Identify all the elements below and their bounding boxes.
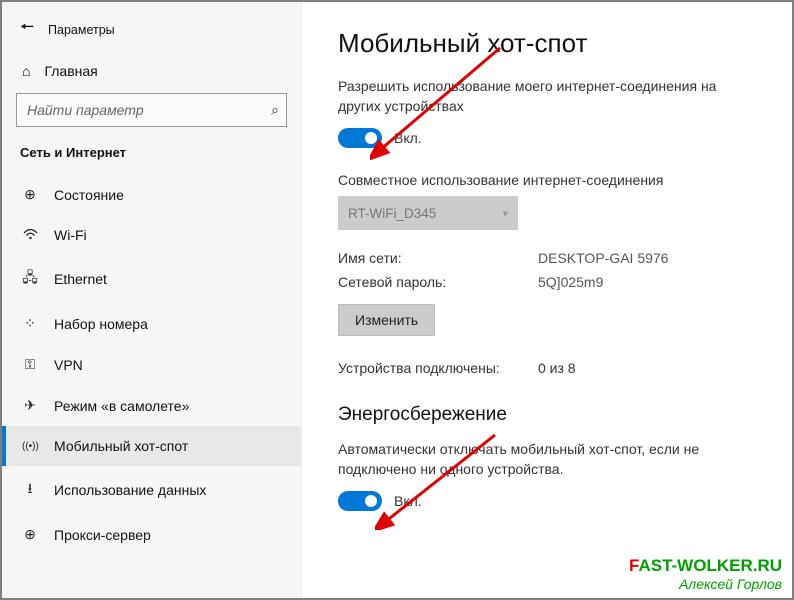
home-icon: ⌂ (22, 63, 30, 79)
share-toggle[interactable] (338, 128, 382, 148)
chevron-down-icon: ▾ (502, 207, 508, 220)
share-toggle-row: Вкл. (338, 128, 756, 148)
sidebar-item-label: Режим «в самолете» (54, 398, 189, 414)
app-title: Параметры (48, 23, 115, 37)
sidebar-item-label: Прокси-сервер (54, 527, 151, 543)
sidebar-item-dialup[interactable]: ⁘ Набор номера (2, 303, 301, 344)
sidebar-item-label: VPN (54, 357, 83, 373)
watermark: FAST-WOLKER.RU Алексей Горлов (629, 556, 782, 592)
edit-button[interactable]: Изменить (338, 304, 435, 336)
ethernet-icon: 🖧 (22, 267, 38, 291)
back-icon[interactable]: 🠔 (20, 16, 34, 43)
watermark-rest: AST-WOLKER.RU (638, 556, 782, 575)
energy-toggle-label: Вкл. (394, 493, 422, 509)
sidebar-item-label: Мобильный хот-спот (54, 438, 188, 454)
devices-label: Устройства подключены: (338, 360, 508, 376)
sidebar-item-datausage[interactable]: ⭳ Использование данных (2, 466, 301, 514)
share-conn-label: Совместное использование интернет-соедин… (338, 172, 756, 188)
network-pass-label: Сетевой пароль: (338, 274, 508, 290)
status-icon: ⊕ (22, 186, 38, 203)
proxy-icon: ⊕ (22, 526, 38, 543)
connection-value: RT-WiFi_D345 (348, 206, 436, 221)
sidebar-item-vpn[interactable]: ⚿ VPN (2, 344, 301, 385)
network-name-label: Имя сети: (338, 250, 508, 266)
sidebar-item-wifi[interactable]: Wi-Fi (2, 215, 301, 255)
titlebar: 🠔 Параметры (2, 2, 301, 53)
connection-dropdown[interactable]: RT-WiFi_D345 ▾ (338, 196, 518, 230)
energy-heading: Энергосбережение (338, 404, 756, 426)
vpn-icon: ⚿ (22, 356, 38, 373)
dialup-icon: ⁘ (22, 315, 38, 332)
share-caption: Разрешить использование моего интернет-с… (338, 77, 756, 116)
sidebar-item-hotspot[interactable]: ((•)) Мобильный хот-спот (2, 426, 301, 466)
network-pass-value: 5Q]025m9 (538, 274, 603, 290)
sidebar-item-airplane[interactable]: ✈ Режим «в самолете» (2, 385, 301, 426)
airplane-icon: ✈ (22, 397, 38, 414)
energy-toggle-row: Вкл. (338, 491, 756, 511)
sidebar-item-label: Состояние (54, 187, 124, 203)
network-name-row: Имя сети: DESKTOP-GAI 5976 (338, 250, 756, 266)
sidebar-item-ethernet[interactable]: 🖧 Ethernet (2, 255, 301, 303)
datausage-icon: ⭳ (22, 478, 38, 502)
search-icon: ⌕ (271, 102, 279, 119)
home-link[interactable]: ⌂ Главная (2, 53, 301, 93)
watermark-author: Алексей Горлов (629, 576, 782, 592)
network-pass-row: Сетевой пароль: 5Q]025m9 (338, 274, 756, 290)
sidebar-category: Сеть и Интернет (2, 145, 301, 174)
sidebar-item-label: Wi-Fi (54, 227, 87, 243)
devices-value: 0 из 8 (538, 360, 576, 376)
devices-row: Устройства подключены: 0 из 8 (338, 360, 756, 376)
energy-caption: Автоматически отключать мобильный хот-сп… (338, 440, 756, 479)
sidebar-item-label: Использование данных (54, 482, 206, 498)
sidebar-item-proxy[interactable]: ⊕ Прокси-сервер (2, 514, 301, 555)
search-box[interactable]: ⌕ (16, 93, 287, 127)
content-pane: Мобильный хот-спот Разрешить использован… (302, 2, 792, 598)
energy-toggle[interactable] (338, 491, 382, 511)
home-label: Главная (44, 63, 97, 79)
sidebar: 🠔 Параметры ⌂ Главная ⌕ Сеть и Интернет … (2, 2, 302, 598)
sidebar-item-status[interactable]: ⊕ Состояние (2, 174, 301, 215)
nav-list: ⊕ Состояние Wi-Fi 🖧 Ethernet ⁘ Набор ном… (2, 174, 301, 598)
page-title: Мобильный хот-спот (338, 28, 756, 59)
sidebar-item-label: Ethernet (54, 271, 107, 287)
hotspot-icon: ((•)) (22, 441, 38, 452)
share-toggle-label: Вкл. (394, 130, 422, 146)
sidebar-item-label: Набор номера (54, 316, 148, 332)
wifi-icon (22, 227, 38, 243)
network-name-value: DESKTOP-GAI 5976 (538, 250, 668, 266)
search-input[interactable] (16, 93, 287, 127)
